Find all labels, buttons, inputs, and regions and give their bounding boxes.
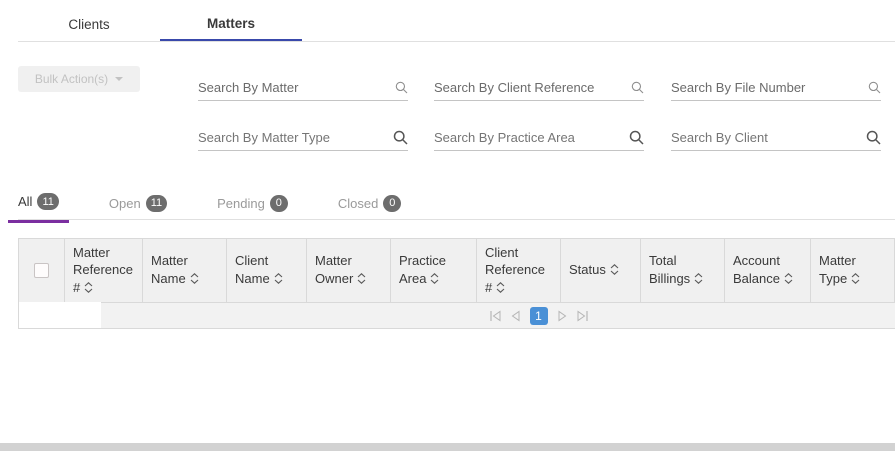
table-header-row: Matter Reference # Matter Name Client Na… [19, 239, 894, 302]
column-label: Account Balance [733, 253, 780, 286]
next-page-button[interactable] [557, 310, 567, 322]
search-file-number-input[interactable] [671, 80, 868, 95]
search-field-client [671, 125, 881, 151]
select-all-checkbox[interactable] [34, 263, 49, 278]
column-header-matter-name[interactable]: Matter Name [143, 239, 227, 302]
filter-pending[interactable]: Pending 0 [207, 187, 298, 223]
sort-icon[interactable] [851, 271, 860, 289]
search-client-input[interactable] [671, 130, 866, 145]
column-header-matter-type[interactable]: Matter Type [811, 239, 894, 302]
tab-clients-label: Clients [68, 17, 110, 32]
column-header-account-balance[interactable]: Account Balance [725, 239, 811, 302]
matters-table: Matter Reference # Matter Name Client Na… [18, 238, 895, 329]
filters-divider [18, 219, 895, 220]
search-client-reference-input[interactable] [434, 80, 631, 95]
first-page-button[interactable] [489, 310, 502, 322]
search-icon[interactable] [393, 130, 408, 145]
search-field-matter [198, 75, 408, 101]
column-label: Client Reference # [485, 244, 545, 295]
sort-icon[interactable] [190, 271, 199, 289]
page-number-button[interactable]: 1 [529, 306, 548, 325]
matters-page: Clients Matters Bulk Action(s) Search By… [0, 0, 895, 451]
filter-open-label: Open [108, 195, 141, 211]
tab-clients[interactable]: Clients [18, 8, 160, 41]
sort-icon[interactable] [84, 280, 93, 298]
tabs-divider [18, 41, 895, 42]
horizontal-scrollbar[interactable] [0, 443, 895, 451]
search-icon[interactable] [629, 130, 644, 145]
column-header-total-billings[interactable]: Total Billings [641, 239, 725, 302]
sort-icon[interactable] [784, 271, 793, 289]
tab-matters[interactable]: Matters [160, 8, 302, 41]
column-header-matter-reference[interactable]: Matter Reference # [65, 239, 143, 302]
filter-closed-label: Closed [337, 195, 379, 211]
column-label: Matter Name [151, 253, 188, 286]
column-label: Matter Reference # [73, 244, 133, 295]
caret-down-icon [115, 77, 124, 81]
pagination-bar: 1 [101, 302, 895, 328]
filter-closed-count-badge: 0 [383, 194, 402, 212]
column-header-practice-area[interactable]: Practice Area [391, 239, 477, 302]
search-icon[interactable] [631, 81, 644, 94]
previous-page-button[interactable] [511, 310, 521, 322]
filter-all-label: All [18, 194, 33, 209]
search-matter-input[interactable] [198, 80, 395, 95]
column-header-status[interactable]: Status [561, 239, 641, 302]
column-header-client-reference[interactable]: Client Reference # [477, 239, 561, 302]
filter-all[interactable]: All 11 [8, 187, 69, 223]
sort-icon[interactable] [496, 280, 505, 298]
search-field-practice-area [434, 125, 644, 151]
bulk-actions-button[interactable]: Bulk Action(s) [18, 66, 140, 92]
filter-pending-count-badge: 0 [269, 194, 288, 212]
filter-pending-label: Pending [217, 195, 265, 211]
search-field-file-number [671, 75, 881, 101]
column-header-matter-owner[interactable]: Matter Owner [307, 239, 391, 302]
filter-closed[interactable]: Closed 0 [328, 187, 411, 223]
search-icon[interactable] [395, 81, 408, 94]
status-filters: All 11 Open 11 Pending 0 Closed 0 [8, 187, 411, 223]
filter-open-count-badge: 11 [145, 194, 168, 212]
sort-icon[interactable] [274, 271, 283, 289]
sort-icon[interactable] [357, 271, 366, 289]
search-practice-area-input[interactable] [434, 130, 629, 145]
sort-icon[interactable] [694, 271, 703, 289]
search-matter-type-input[interactable] [198, 130, 393, 145]
search-field-matter-type [198, 125, 408, 151]
column-label: Matter Owner [315, 253, 354, 286]
search-icon[interactable] [866, 130, 881, 145]
tab-matters-label: Matters [206, 16, 255, 31]
search-icon[interactable] [868, 81, 881, 94]
bulk-actions-label: Bulk Action(s) [34, 72, 109, 86]
sort-icon[interactable] [610, 262, 619, 280]
sort-icon[interactable] [430, 271, 439, 289]
search-field-client-reference [434, 75, 644, 101]
filter-all-count-badge: 11 [37, 193, 59, 210]
top-tabs: Clients Matters [18, 8, 302, 41]
column-label: Total Billings [649, 253, 691, 286]
column-label: Client Name [235, 253, 270, 286]
last-page-button[interactable] [576, 310, 589, 322]
column-header-client-name[interactable]: Client Name [227, 239, 307, 302]
filter-open[interactable]: Open 11 [99, 187, 177, 223]
select-all-cell [19, 239, 65, 302]
column-label: Status [569, 262, 606, 278]
